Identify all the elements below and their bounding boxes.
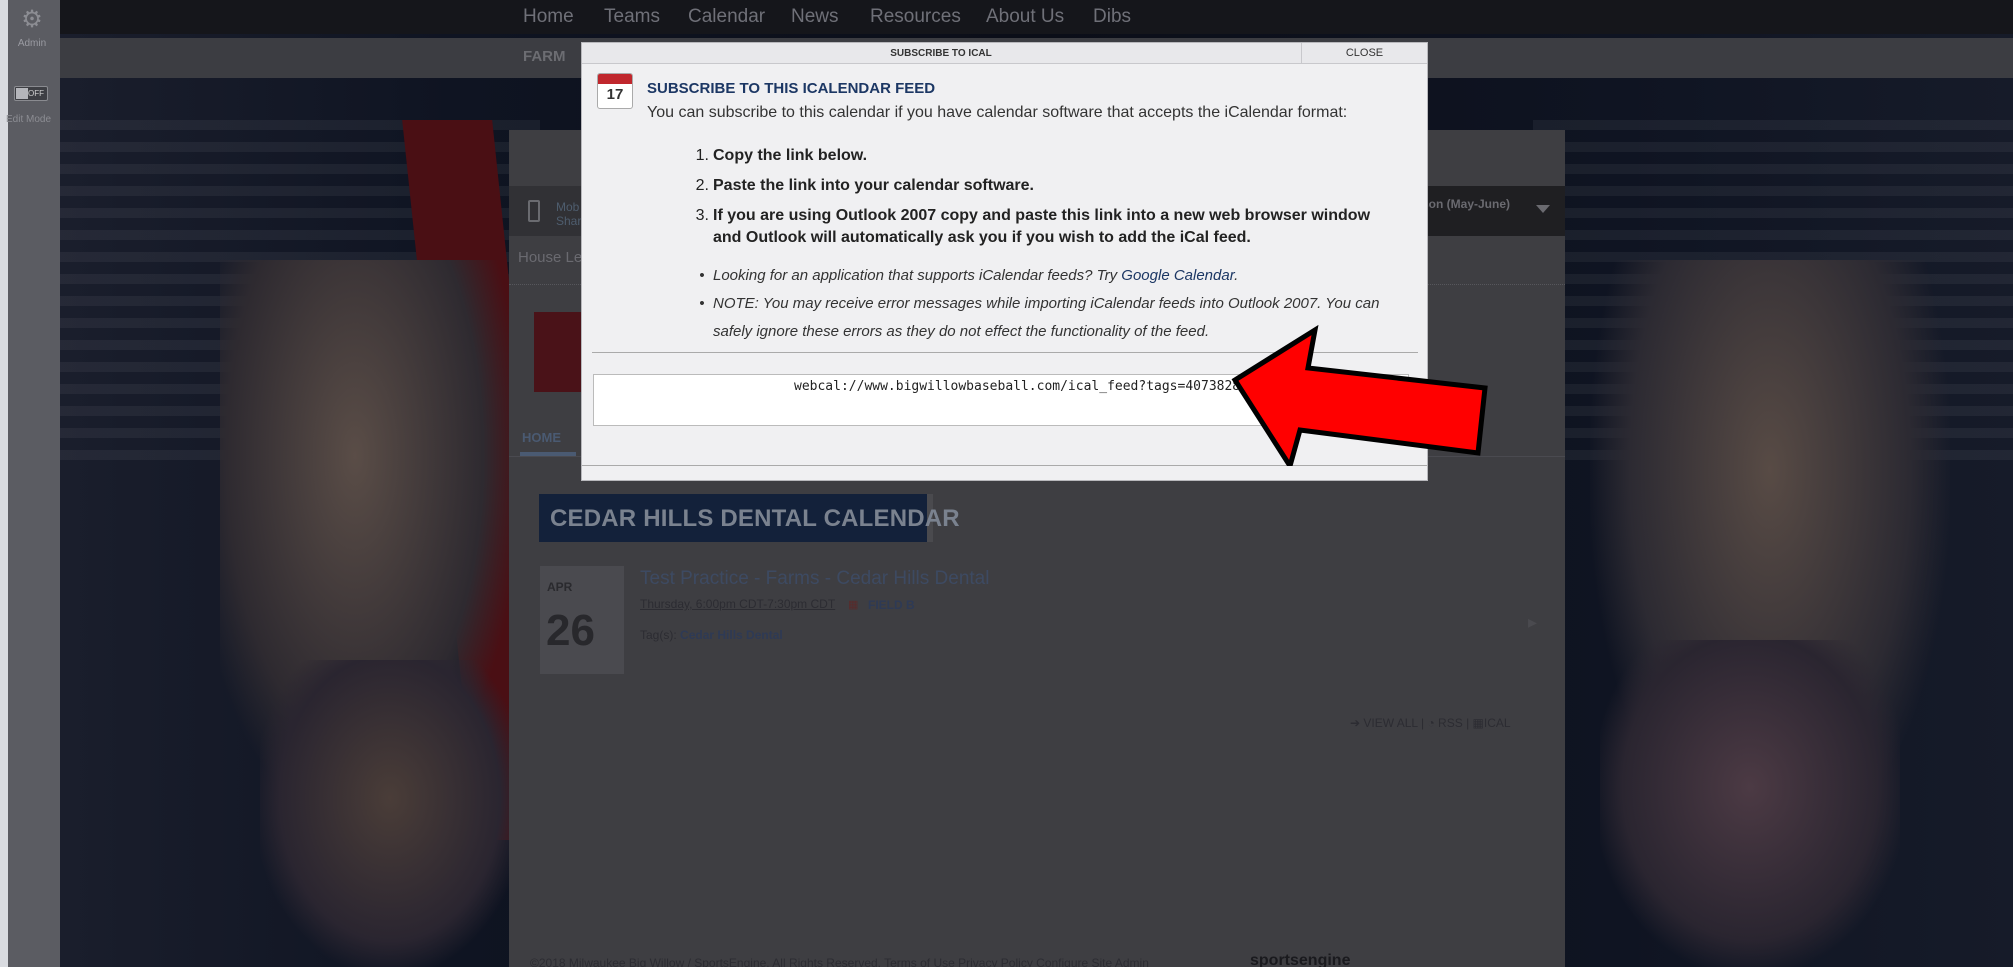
- dialog-heading: SUBSCRIBE TO THIS ICALENDAR FEED: [647, 80, 936, 97]
- nav-home[interactable]: Home: [523, 6, 574, 28]
- ical-link[interactable]: ICAL: [1484, 716, 1511, 730]
- instruction-steps: 1. Copy the link below. 2. Paste the link …: [691, 145, 1391, 257]
- footer-text: ©2018 Milwaukee Big Willow / SportsEngin…: [530, 956, 1149, 967]
- dialog-intro: You can subscribe to this calendar if yo…: [647, 104, 1348, 121]
- player-photo-left-lower: [260, 660, 520, 967]
- admin-label[interactable]: Admin: [14, 38, 50, 49]
- tab-home[interactable]: HOME: [522, 430, 561, 445]
- tip-text: Looking for an application that supports…: [713, 262, 1238, 290]
- bullet: •: [699, 267, 705, 284]
- subnav-farm[interactable]: FARM: [523, 48, 566, 65]
- nav-resources[interactable]: Resources: [870, 6, 961, 28]
- tip-item: • Looking for an application that support…: [691, 262, 1391, 290]
- toggle-knob: [16, 88, 28, 99]
- nav-teams[interactable]: Teams: [604, 6, 660, 28]
- player-photo-right-lower: [1600, 640, 1900, 967]
- phone-icon: [528, 200, 540, 222]
- sportsengine-logo: sportsengine: [1250, 952, 1351, 967]
- event-month: APR: [547, 580, 573, 594]
- calendar-icon-day: 17: [606, 86, 624, 103]
- gear-icon[interactable]: ⚙: [14, 6, 50, 34]
- step-number: 3.: [695, 207, 709, 224]
- view-all-link[interactable]: VIEW ALL: [1363, 716, 1417, 730]
- chevron-right-icon[interactable]: ▸: [1528, 612, 1537, 633]
- step-number: 2.: [695, 177, 709, 194]
- breadcrumb[interactable]: House Le: [518, 249, 582, 266]
- admin-rail-panel: [8, 0, 60, 967]
- location-icon: ▦: [848, 599, 859, 611]
- dialog-title: SUBSCRIBE TO ICAL: [890, 48, 992, 59]
- rss-icon: ◔: [1427, 716, 1435, 730]
- tags-label: Tag(s):: [640, 628, 677, 642]
- tip-text-end: .: [1234, 267, 1239, 284]
- page-title: CEDAR HILLS DENTAL CALENDAR: [550, 505, 960, 532]
- event-location-link[interactable]: FIELD B: [868, 598, 915, 612]
- chevron-down-icon[interactable]: [1536, 205, 1550, 213]
- nav-about-us[interactable]: About Us: [986, 6, 1064, 28]
- nav-dibs[interactable]: Dibs: [1093, 6, 1131, 28]
- calendar-icon: ▦: [1472, 716, 1484, 730]
- rss-link[interactable]: RSS: [1438, 716, 1463, 730]
- mobile-line-2: Shar: [556, 214, 582, 228]
- event-tags: Tag(s): Cedar Hills Dental: [640, 628, 783, 642]
- event-title-link[interactable]: Test Practice - Farms - Cedar Hills Dent…: [640, 568, 989, 590]
- bullet: •: [699, 295, 705, 312]
- nav-calendar[interactable]: Calendar: [688, 6, 765, 28]
- nav-news[interactable]: News: [791, 6, 839, 28]
- edit-mode-toggle[interactable]: OFF: [14, 86, 48, 101]
- arrow-right-icon: ➔: [1350, 716, 1361, 730]
- calendar-icon-header: [598, 74, 632, 84]
- mobile-text[interactable]: Mob Shar: [556, 200, 581, 228]
- admin-rail: ⚙ Admin OFF Edit Mode: [0, 0, 60, 967]
- close-button[interactable]: CLOSE: [1301, 43, 1427, 64]
- step-text: Copy the link below.: [713, 147, 868, 164]
- step-text: Paste the link into your calendar softwa…: [713, 177, 1034, 194]
- calendar-icon: 17: [597, 73, 633, 109]
- step-text: If you are using Outlook 2007 copy and p…: [713, 207, 1371, 246]
- feed-links: ➔ VIEW ALL | ◔ RSS | ▦ICAL: [1350, 716, 1511, 730]
- step-item: 1. Copy the link below.: [691, 145, 1391, 167]
- annotation-arrow-icon: [1231, 324, 1488, 466]
- mobile-line-1: Mob: [556, 200, 580, 214]
- event-day: 26: [546, 606, 595, 655]
- toggle-label: OFF: [28, 89, 44, 98]
- google-calendar-link[interactable]: Google Calendar: [1121, 267, 1234, 284]
- step-item: 2. Paste the link into your calendar soft…: [691, 175, 1391, 197]
- tip-text-body: Looking for an application that supports…: [713, 267, 1122, 284]
- dialog-header: SUBSCRIBE TO ICAL CLOSE: [582, 43, 1427, 64]
- step-number: 1.: [695, 147, 709, 164]
- step-item: 3. If you are using Outlook 2007 copy and…: [691, 205, 1391, 249]
- event-time: Thursday, 6:00pm CDT-7:30pm CDT: [640, 597, 836, 611]
- edit-mode-label: Edit Mode: [6, 114, 52, 125]
- season-label: son (May-June): [1422, 197, 1511, 211]
- tag-link[interactable]: Cedar Hills Dental: [680, 628, 783, 642]
